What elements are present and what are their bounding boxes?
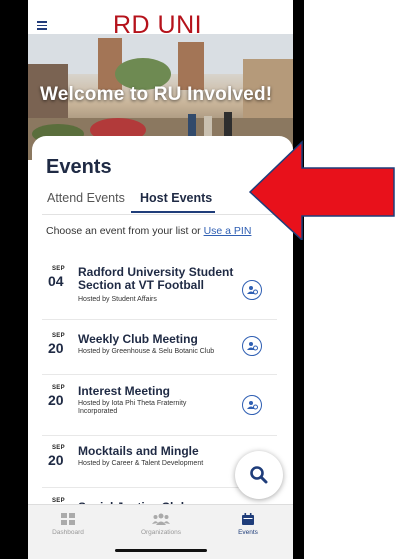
device-bezel-left xyxy=(0,0,28,559)
event-day: 20 xyxy=(48,452,64,468)
page-title: Events xyxy=(46,156,112,178)
event-day: 20 xyxy=(48,392,64,408)
home-indicator xyxy=(115,549,207,552)
event-day: 20 xyxy=(48,340,64,356)
arrow-annotation xyxy=(248,140,395,240)
hamburger-icon[interactable] xyxy=(37,21,47,30)
event-item-1[interactable]: SEP 04 Radford University Student Sectio… xyxy=(42,266,279,321)
tab-label: Events xyxy=(238,529,258,536)
event-title: Mocktails and Mingle xyxy=(78,444,199,458)
tab-organizations[interactable]: Organizations xyxy=(126,513,196,536)
welcome-heading: Welcome to RU Involved! xyxy=(40,84,273,105)
list-divider xyxy=(42,435,277,436)
app-header: RD UNI xyxy=(28,0,293,39)
event-title: Interest Meeting xyxy=(78,384,171,398)
event-month: SEP xyxy=(52,333,65,339)
event-month: SEP xyxy=(52,445,65,451)
search-icon xyxy=(250,466,268,484)
active-tab-indicator xyxy=(131,211,215,213)
event-host: Hosted by Iota Phi Theta Fraternity Inco… xyxy=(78,400,187,415)
choose-event-prompt: Choose an event from your list or Use a … xyxy=(46,225,251,237)
event-host: Hosted by Student Affairs xyxy=(78,296,157,303)
tab-label: Dashboard xyxy=(52,529,84,536)
phone-screen: RD UNI Welcome to RU Involved! Events At… xyxy=(28,0,293,559)
event-title: Weekly Club Meeting xyxy=(78,332,198,346)
tab-events[interactable]: Events xyxy=(213,513,283,536)
user-settings-icon[interactable] xyxy=(242,395,262,415)
event-host: Hosted by Greenhouse & Selu Botanic Club xyxy=(78,348,215,355)
tab-host-events[interactable]: Host Events xyxy=(140,191,212,205)
list-divider xyxy=(42,374,277,375)
tab-label: Organizations xyxy=(140,529,182,536)
device-bezel-right xyxy=(293,0,304,559)
event-item-2[interactable]: SEP 20 Weekly Club Meeting Hosted by Gre… xyxy=(42,333,279,373)
list-divider xyxy=(42,319,277,320)
grid-icon xyxy=(61,513,75,525)
event-day: 04 xyxy=(48,273,64,289)
search-button[interactable] xyxy=(235,451,283,499)
tab-divider xyxy=(42,214,282,215)
prompt-text: Choose an event from your list or xyxy=(46,225,204,237)
use-pin-link[interactable]: Use a PIN xyxy=(204,225,252,237)
user-settings-icon[interactable] xyxy=(242,336,262,356)
event-host: Hosted by Career & Talent Development xyxy=(78,460,204,467)
event-item-3[interactable]: SEP 20 Interest Meeting Hosted by Iota P… xyxy=(42,385,279,435)
user-settings-icon[interactable] xyxy=(242,280,262,300)
tab-dashboard[interactable]: Dashboard xyxy=(33,513,103,536)
people-icon xyxy=(152,513,170,525)
tab-attend-events[interactable]: Attend Events xyxy=(47,191,125,205)
event-month: SEP xyxy=(52,385,65,391)
event-title: Radford University Student Section at VT… xyxy=(78,265,234,292)
calendar-icon xyxy=(242,513,254,525)
event-month: SEP xyxy=(52,266,65,272)
